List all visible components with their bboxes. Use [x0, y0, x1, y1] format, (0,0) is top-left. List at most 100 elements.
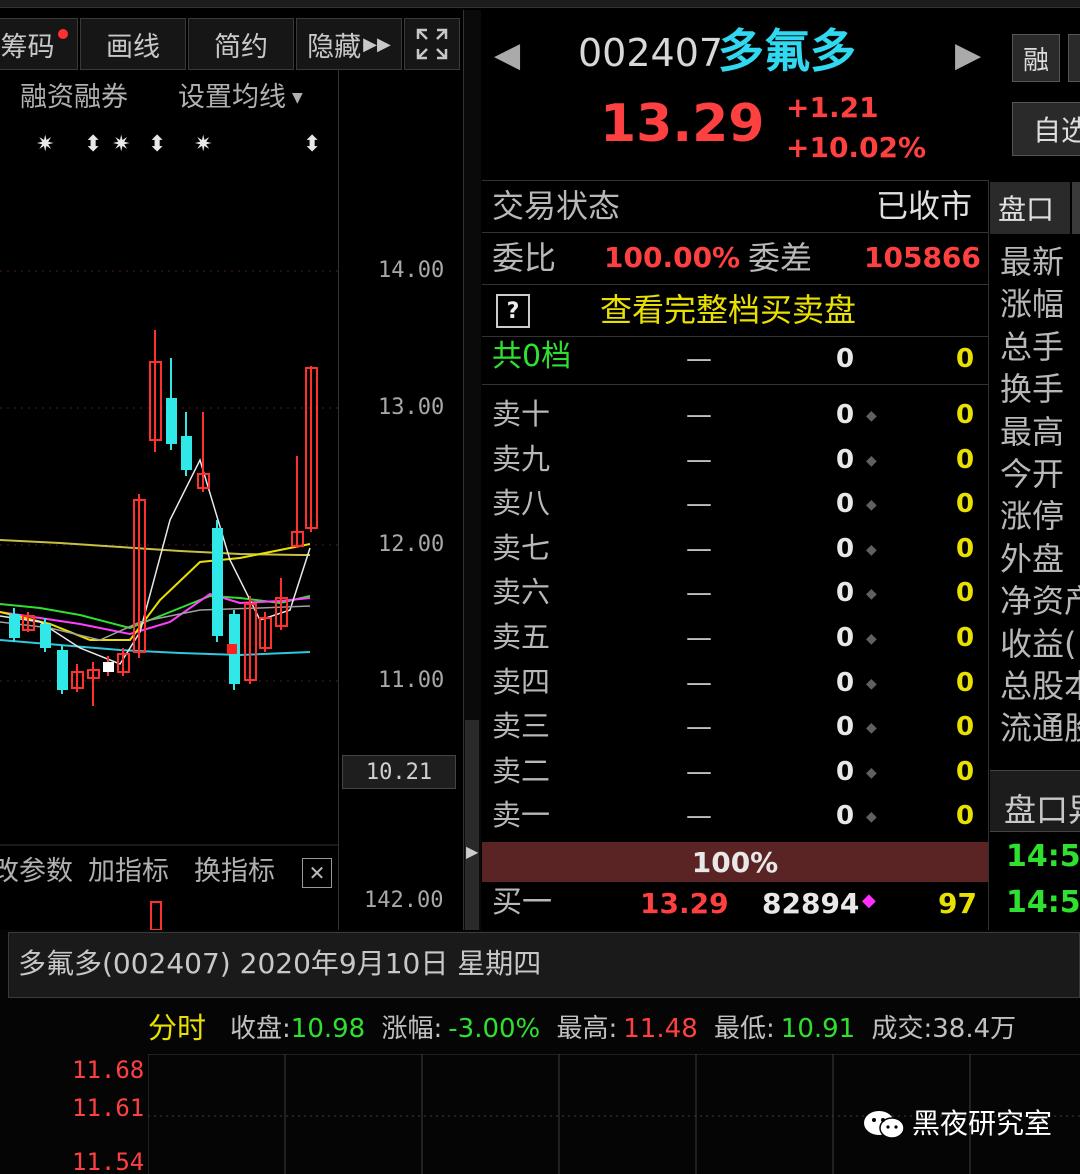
- volume-label: 成交: [871, 1014, 924, 1044]
- diamond-marker-icon: ◆: [866, 631, 877, 647]
- ask-level-price: —: [686, 757, 712, 787]
- ask-level-price: —: [686, 534, 712, 564]
- add-watchlist-button[interactable]: 自选: [1012, 102, 1080, 156]
- price-axis-label: 11.00: [378, 668, 445, 693]
- change-value: -3.00%: [448, 1014, 541, 1044]
- total-count: 0: [956, 344, 975, 374]
- chips-button[interactable]: 筹码: [0, 18, 78, 70]
- diamond-marker-icon: ◆: [866, 676, 877, 692]
- ask-level-price: —: [686, 668, 712, 698]
- kline-chart[interactable]: [0, 150, 338, 930]
- diamond-marker-icon: ◆: [866, 408, 877, 424]
- ask-level-label: 卖四: [492, 665, 551, 699]
- ask-level-label: 卖五: [492, 620, 551, 654]
- sub-axis-label: 142.00: [364, 888, 444, 913]
- current-price-marker: 10.21: [342, 755, 456, 789]
- total-volume: 0: [836, 344, 855, 374]
- diamond-marker-icon: ◆: [866, 453, 877, 469]
- price-axis-label: 13.00: [378, 395, 445, 420]
- volume-value: 38.4万: [932, 1014, 1017, 1044]
- quote-field-label: 最新: [1000, 246, 1065, 278]
- close-value: 10.98: [290, 1014, 366, 1044]
- help-icon[interactable]: ?: [496, 294, 530, 328]
- bid1-marker-icon: ◆: [862, 890, 876, 911]
- ask-level-label: 卖十: [492, 397, 551, 431]
- change-indicator-link[interactable]: 换指标: [194, 858, 275, 885]
- price-axis-label: 12.00: [378, 532, 445, 557]
- ask-level-price: —: [686, 801, 712, 831]
- margin-button[interactable]: 融: [1012, 34, 1060, 82]
- modify-params-link[interactable]: 改参数: [0, 858, 73, 885]
- quote-anomaly-header: 盘口异: [990, 770, 1080, 832]
- ask-level-volume: 0: [836, 489, 855, 519]
- ask-level-count: 0: [956, 668, 975, 698]
- ask-level-price: —: [686, 400, 712, 430]
- diamond-marker-icon: ◆: [866, 720, 877, 736]
- diamond-marker-icon: ◆: [866, 586, 877, 602]
- popup-mode: 分时: [148, 1011, 207, 1045]
- watermark-text: 黑夜研究室: [912, 1107, 1053, 1140]
- quote-field-label: 换手: [1000, 373, 1065, 406]
- ask-level-label: 卖九: [492, 442, 551, 476]
- popup-title: 多氟多(002407) 2020年9月10日 星期四: [18, 947, 542, 980]
- divider: [482, 336, 988, 337]
- change-label: 涨幅: [381, 1014, 434, 1044]
- divider: [482, 232, 988, 233]
- hide-button[interactable]: 隐藏 ▶▶: [296, 18, 402, 70]
- simple-mode-button[interactable]: 简约: [188, 18, 294, 70]
- divider: [482, 284, 988, 285]
- next-stock-icon[interactable]: ▶: [955, 38, 981, 72]
- bid-ask-diff-value: 105866: [864, 241, 981, 274]
- expand-arrows-icon: [416, 28, 448, 60]
- ask-level-label: 卖一: [492, 798, 551, 832]
- quote-field-label: 流通股: [1000, 712, 1080, 745]
- last-price: 13.29: [600, 94, 765, 154]
- set-ma-dropdown[interactable]: 设置均线 ▼: [178, 84, 303, 111]
- price-axis-divider: [338, 70, 339, 930]
- price-change: +1.21: [786, 91, 879, 124]
- popup-axis-label: 11.68: [72, 1056, 145, 1084]
- side-button[interactable]: [1068, 34, 1080, 82]
- tab-quote[interactable]: 盘口: [990, 182, 1070, 234]
- anomaly-time: 14:58: [1006, 839, 1080, 874]
- ask-level-count: 0: [956, 757, 975, 787]
- price-change-pct: +10.02%: [786, 131, 927, 164]
- prev-stock-icon[interactable]: ◀: [494, 38, 520, 72]
- notification-dot-icon: [57, 29, 68, 39]
- close-indicator-icon[interactable]: ✕: [302, 858, 332, 888]
- ask-level-price: —: [686, 578, 712, 608]
- margin-trading-link[interactable]: 融资融券: [20, 84, 128, 111]
- bid1-price: 13.29: [640, 887, 729, 920]
- ask-level-label: 卖七: [492, 531, 551, 565]
- low-label: 最低: [714, 1014, 767, 1044]
- draw-line-button[interactable]: 画线: [80, 18, 186, 70]
- stock-name: 多氟多: [718, 24, 856, 78]
- trade-status-value: 已收市: [876, 187, 973, 225]
- ask-level-volume: 0: [836, 757, 855, 787]
- high-label: 最高: [556, 1014, 609, 1044]
- candlesticks: [9, 330, 318, 706]
- collapse-arrow-icon[interactable]: ▶: [466, 844, 478, 860]
- ask-level-label: 卖六: [492, 575, 551, 609]
- trade-status-label: 交易状态: [492, 187, 621, 225]
- chips-button-label: 筹码: [0, 31, 55, 63]
- add-indicator-link[interactable]: 加指标: [88, 858, 169, 885]
- scrollbar-thumb[interactable]: [465, 720, 479, 930]
- tab-next[interactable]: [1072, 182, 1080, 234]
- hide-button-label: 隐藏: [307, 31, 362, 63]
- total-dash: —: [686, 344, 712, 374]
- ask-level-volume: 0: [836, 400, 855, 430]
- ask-level-price: —: [686, 623, 712, 653]
- volume-bar: [150, 901, 162, 930]
- top-tab-strip: [0, 0, 1080, 8]
- ask-level-count: 0: [956, 712, 975, 742]
- quote-field-label: 净资产: [1000, 585, 1080, 618]
- diamond-marker-icon: ◆: [866, 809, 877, 825]
- ask-level-count: 0: [956, 801, 975, 831]
- ask-level-volume: 0: [836, 445, 855, 475]
- bid-ask-diff-label: 委差: [748, 239, 813, 277]
- price-axis-label: 14.00: [378, 258, 445, 283]
- full-depth-link[interactable]: 查看完整档买卖盘: [600, 294, 856, 326]
- popup-stats: 收盘:10.98 涨幅: -3.00% 最高: 11.48 最低: 10.91 成交:…: [230, 1014, 1017, 1044]
- fullscreen-button[interactable]: [404, 18, 460, 70]
